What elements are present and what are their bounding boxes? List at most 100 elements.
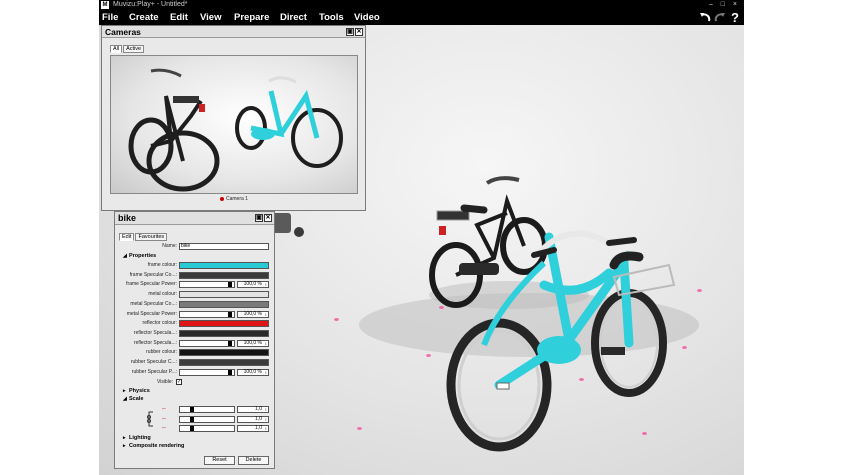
menu-bar: File Create Edit View Prepare Direct Too… (99, 10, 744, 25)
name-input[interactable]: bike (179, 243, 269, 250)
slider-knob[interactable] (190, 407, 194, 412)
app-window: M Muvizu:Play+ - Untitled* – □ × File Cr… (99, 0, 744, 475)
slider-knob[interactable] (228, 340, 232, 346)
delete-button[interactable]: Delete (238, 456, 269, 465)
slider-knob[interactable] (228, 311, 232, 317)
property-label: rubber Specular C...: (130, 359, 177, 365)
color-swatch[interactable] (179, 320, 269, 328)
app-logo: M (101, 1, 109, 9)
property-label: metal Specular Co...: (130, 300, 177, 307)
scale-axis-z-icon: ⇔ (161, 425, 167, 431)
power-slider[interactable] (179, 281, 235, 289)
color-swatch[interactable] (179, 359, 269, 366)
power-value-field[interactable]: 100,0 % (237, 310, 269, 318)
power-slider[interactable] (179, 368, 235, 376)
petal (697, 289, 702, 292)
cameras-title-text: Cameras (105, 27, 141, 37)
undo-icon[interactable] (699, 12, 711, 23)
visible-label: Visible: (156, 379, 173, 385)
menu-video[interactable]: Video (354, 11, 380, 24)
property-row: reflector Specula...: (115, 329, 273, 338)
color-swatch[interactable] (179, 300, 269, 308)
record-indicator-icon (220, 196, 224, 201)
properties-tabs: Edit Favourites (119, 233, 168, 241)
property-row: frame colour: (115, 261, 273, 270)
property-row: frame Specular Power: 100,0 % (115, 280, 273, 289)
slider-knob[interactable] (190, 416, 194, 422)
scale-slider[interactable] (179, 406, 235, 413)
tab-active[interactable]: Active (123, 45, 145, 53)
color-swatch[interactable] (179, 262, 269, 269)
menu-direct[interactable]: Direct (280, 11, 307, 24)
section-composite-rendering[interactable]: ▸ Composite rendering (123, 442, 184, 450)
section-properties[interactable]: ◢ Properties (123, 252, 156, 260)
camera-preview[interactable] (110, 55, 358, 194)
petal (642, 432, 647, 435)
scale-slider[interactable] (179, 425, 235, 432)
property-row: reflector Specula...: 100,0 % (115, 339, 273, 348)
name-label: Name: (162, 243, 177, 249)
color-swatch[interactable] (179, 349, 269, 357)
close-icon[interactable]: ✕ (264, 214, 272, 222)
power-value-field[interactable]: 100,0 % (237, 339, 269, 347)
scale-slider[interactable] (179, 415, 235, 423)
window-controls[interactable]: – □ × (709, 0, 740, 10)
property-row: rubber Specular P...: 100,0 % (115, 368, 273, 377)
tab-edit[interactable]: Edit (119, 233, 135, 241)
section-lighting-label: Lighting (129, 435, 151, 441)
petal (426, 354, 431, 357)
color-swatch[interactable] (179, 291, 269, 299)
scale-value-field[interactable]: 1,0 (237, 415, 269, 423)
menu-create[interactable]: Create (129, 11, 159, 24)
dock-icon[interactable]: ▣ (346, 28, 354, 36)
dock-icon[interactable]: ▣ (255, 214, 263, 222)
section-scale-label: Scale (129, 396, 144, 402)
power-slider[interactable] (179, 310, 235, 318)
menu-file[interactable]: File (102, 11, 118, 24)
property-label: metal colour: (148, 291, 177, 298)
scale-value-field[interactable]: 1,0 (237, 406, 269, 413)
color-swatch[interactable] (179, 329, 269, 337)
slider-knob[interactable] (228, 369, 232, 375)
slider-knob[interactable] (228, 282, 232, 288)
slider-knob[interactable] (190, 426, 194, 431)
petal (439, 306, 444, 309)
cameras-tabs: All Active (110, 45, 145, 53)
section-scale[interactable]: ◢ Scale (123, 395, 143, 403)
property-label: metal Specular Power: (126, 310, 177, 317)
tab-all[interactable]: All (110, 45, 123, 53)
reset-button[interactable]: Reset (204, 456, 235, 465)
menu-prepare[interactable]: Prepare (234, 11, 269, 24)
property-row: frame Specular Co...: (115, 271, 273, 280)
help-button[interactable]: ? (731, 10, 739, 25)
section-physics[interactable]: ▸ Physics (123, 387, 150, 395)
petal (579, 378, 584, 381)
property-label: frame colour: (147, 262, 177, 268)
tab-favourites[interactable]: Favourites (135, 233, 168, 241)
petal (682, 346, 687, 349)
visible-checkbox[interactable]: ✓ (176, 379, 182, 385)
menu-tools[interactable]: Tools (319, 11, 344, 24)
scale-value-field[interactable]: 1,0 (237, 425, 269, 432)
power-value-field[interactable]: 100,0 % (237, 281, 269, 289)
close-icon[interactable]: ✕ (355, 28, 363, 36)
power-value-field[interactable]: 100,0 % (237, 368, 269, 376)
scale-axis-x-icon: ⇔ (161, 406, 167, 412)
section-lighting[interactable]: ▸ Lighting (123, 434, 151, 442)
name-row: Name: bike (115, 242, 273, 251)
petal (357, 427, 362, 430)
camera-preview-scene (128, 68, 343, 192)
menu-view[interactable]: View (200, 11, 221, 24)
property-row: rubber colour: (115, 348, 273, 357)
color-swatch[interactable] (179, 271, 269, 279)
properties-panel: bike ▣ ✕ Edit Favourites Name: bike ◢ Prope… (114, 211, 275, 469)
cameras-panel-title: Cameras ▣ ✕ (102, 26, 365, 38)
menu-edit[interactable]: Edit (170, 11, 188, 24)
power-slider[interactable] (179, 339, 235, 347)
property-label: reflector Specula...: (133, 329, 177, 336)
camera-label: Camera 1 (220, 196, 248, 202)
property-label: frame Specular Co...: (129, 271, 177, 278)
cameras-panel: Cameras ▣ ✕ All Active Camera 1 (101, 25, 366, 211)
redo-icon[interactable] (714, 12, 726, 23)
scale-row-y: ⇔ 1,0 (115, 415, 273, 424)
